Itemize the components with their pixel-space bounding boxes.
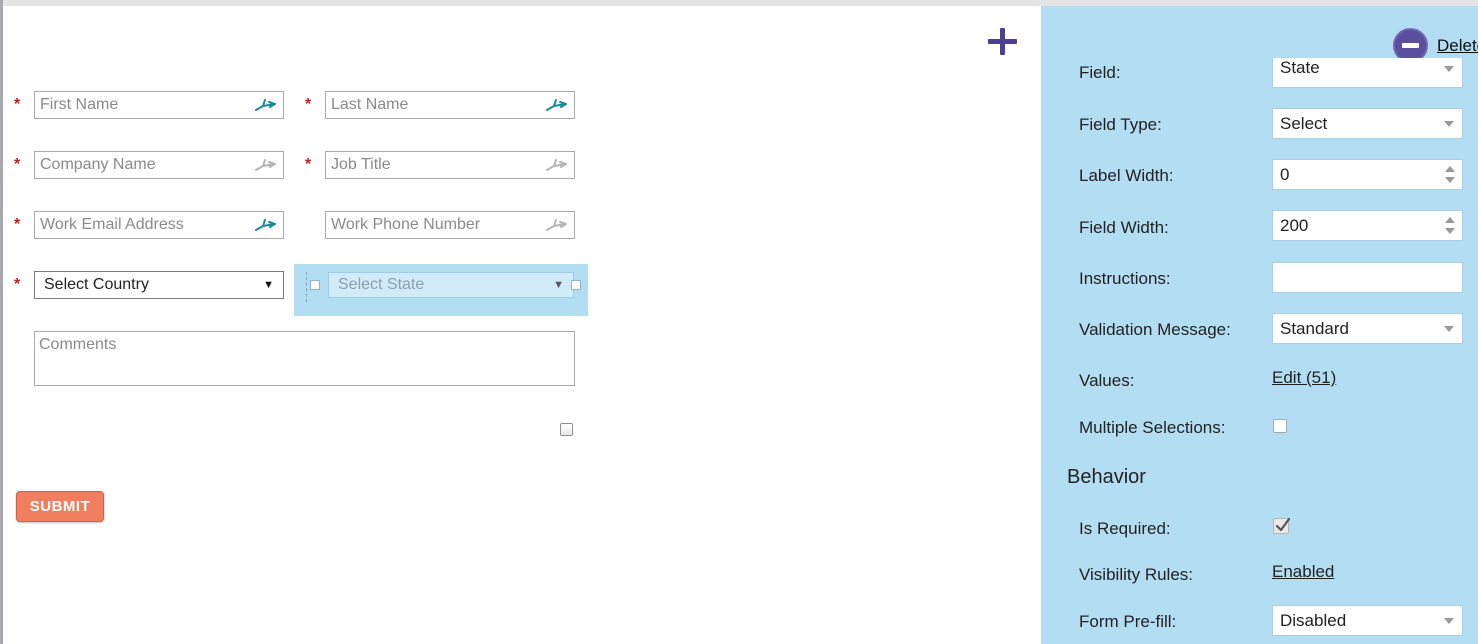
edit-values-link[interactable]: Edit (51)	[1272, 368, 1336, 388]
prefill-icon	[255, 219, 276, 231]
required-marker: *	[14, 276, 21, 293]
field-type-select[interactable]: Select	[1272, 108, 1463, 139]
required-marker: *	[14, 156, 21, 173]
chevron-down-icon	[1444, 121, 1454, 127]
label-width-label: Label Width:	[1079, 166, 1174, 185]
country-select-value: Select Country	[44, 276, 149, 293]
prefill-icon	[546, 99, 567, 111]
visibility-rules-link[interactable]: Enabled	[1272, 562, 1334, 582]
spinner-icon[interactable]	[1445, 166, 1455, 184]
submit-button[interactable]: SUBMIT	[16, 491, 104, 522]
multiple-selections-label: Multiple Selections:	[1079, 418, 1226, 437]
spinner-icon[interactable]	[1445, 217, 1455, 235]
field-label: Field:	[1079, 63, 1121, 82]
chevron-down-icon	[1444, 618, 1454, 624]
first-name-field[interactable]: First Name	[34, 91, 284, 119]
visibility-rules-label: Visibility Rules:	[1079, 565, 1194, 584]
field-width-input[interactable]: 200	[1272, 210, 1463, 241]
resize-handle-right[interactable]	[571, 280, 581, 290]
form-checkbox[interactable]	[560, 423, 573, 436]
last-name-field[interactable]: Last Name	[325, 91, 575, 119]
state-field-selected[interactable]: Select State ▼	[294, 264, 588, 316]
properties-panel: Delete Field: State Field Type: Select L…	[1041, 6, 1478, 644]
validation-message-value: Standard	[1280, 319, 1349, 338]
work-email-placeholder: Work Email Address	[40, 216, 184, 233]
instructions-input[interactable]	[1272, 262, 1463, 293]
left-border	[0, 0, 3, 644]
prefill-icon-inactive	[255, 159, 276, 171]
field-type-value: Select	[1280, 114, 1328, 133]
behavior-heading: Behavior	[1067, 466, 1146, 488]
chevron-down-icon	[1444, 66, 1454, 72]
form-prefill-select[interactable]: Disabled	[1272, 605, 1463, 636]
field-width-value: 200	[1280, 216, 1309, 235]
prefill-icon	[255, 99, 276, 111]
field-select[interactable]: State	[1272, 58, 1463, 88]
is-required-label: Is Required:	[1079, 519, 1171, 538]
required-marker: *	[305, 156, 312, 173]
comments-placeholder: Comments	[39, 336, 117, 353]
dropdown-arrow-icon: ▼	[263, 279, 274, 291]
delete-link[interactable]: Delete	[1437, 36, 1478, 56]
field-type-label: Field Type:	[1079, 115, 1162, 134]
work-phone-placeholder: Work Phone Number	[331, 216, 481, 233]
instructions-label: Instructions:	[1079, 269, 1171, 288]
prefill-icon-inactive	[546, 159, 567, 171]
resize-handle-left[interactable]	[310, 280, 320, 290]
state-select[interactable]: Select State ▼	[328, 272, 574, 298]
last-name-placeholder: Last Name	[331, 96, 409, 113]
prefill-icon-inactive	[546, 219, 567, 231]
is-required-checkbox[interactable]	[1273, 517, 1291, 534]
values-label: Values:	[1079, 371, 1135, 390]
state-select-value: Select State	[338, 276, 425, 293]
job-title-field[interactable]: Job Title	[325, 151, 575, 179]
company-name-placeholder: Company Name	[40, 156, 156, 173]
job-title-placeholder: Job Title	[331, 156, 391, 173]
work-phone-field[interactable]: Work Phone Number	[325, 211, 575, 239]
validation-message-select[interactable]: Standard	[1272, 313, 1463, 344]
field-select-value: State	[1280, 58, 1320, 77]
dropdown-arrow-icon: ▼	[553, 279, 564, 291]
comments-textarea[interactable]: Comments	[34, 331, 575, 386]
validation-message-label: Validation Message:	[1079, 320, 1231, 339]
form-prefill-label: Form Pre-fill:	[1079, 612, 1177, 631]
work-email-field[interactable]: Work Email Address	[34, 211, 284, 239]
label-width-input[interactable]: 0	[1272, 159, 1463, 190]
required-marker: *	[14, 96, 21, 113]
country-select[interactable]: Select Country ▼	[34, 271, 284, 299]
add-field-plus-icon[interactable]	[986, 26, 1018, 58]
multiple-selections-checkbox[interactable]	[1273, 419, 1287, 433]
required-marker: *	[14, 216, 21, 233]
form-prefill-value: Disabled	[1280, 611, 1347, 630]
required-marker: *	[305, 96, 312, 113]
field-width-label: Field Width:	[1079, 218, 1169, 237]
label-width-value: 0	[1280, 165, 1290, 184]
checkmark-icon	[1275, 517, 1291, 532]
chevron-down-icon	[1444, 326, 1454, 332]
first-name-placeholder: First Name	[40, 96, 119, 113]
company-name-field[interactable]: Company Name	[34, 151, 284, 179]
